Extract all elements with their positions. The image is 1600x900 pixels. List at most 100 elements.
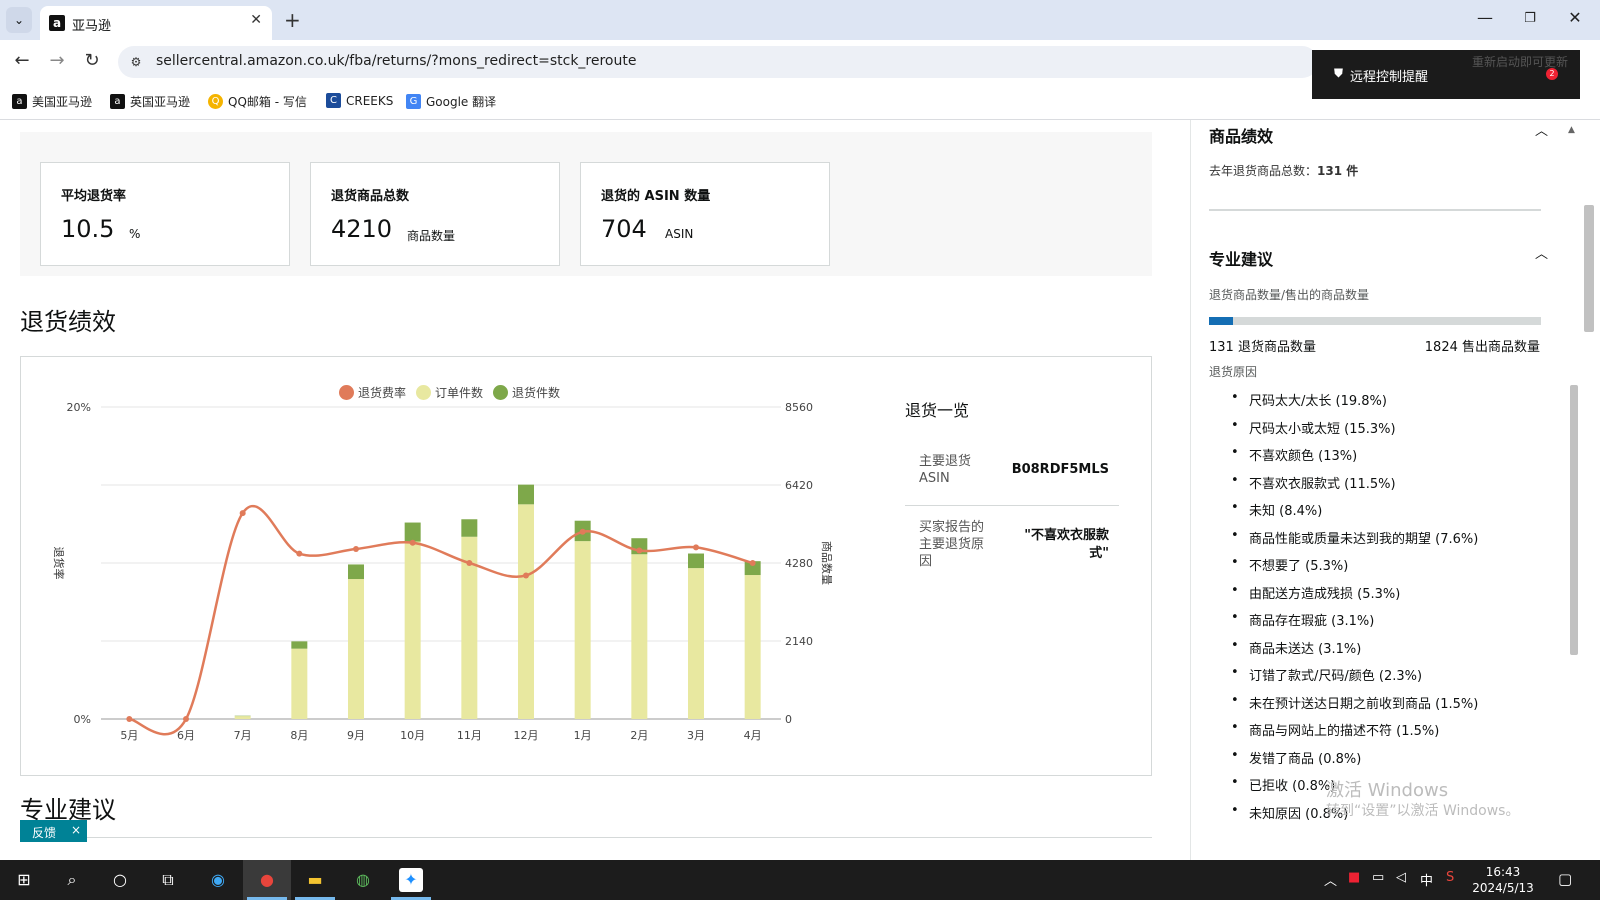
return-reason-item: 不喜欢衣服款式 (11.5%) xyxy=(1231,473,1478,501)
metric-card-returned-units: 退货商品总数 4210 商品数量 xyxy=(310,162,560,266)
forward-icon[interactable]: → xyxy=(45,50,69,71)
windows-taskbar: ⊞ ⌕ ○ ⧉ ◉ ● ▬ ◍ ✦ ︿ ■ ▭ ◁ 中 S 16:43 2024… xyxy=(0,860,1600,900)
progress-fill xyxy=(1209,317,1233,325)
last-year-returns-text: 去年退货商品总数：131 件 xyxy=(1209,162,1358,179)
bookmark-item[interactable]: Q QQ邮箱 - 写信 xyxy=(208,93,307,110)
returns-chart-panel: 退货费率 订单件数 退货件数 8560 6420 4280 2140 0 20% 0% 退货率… xyxy=(20,356,1152,776)
page-scrollbar-thumb[interactable] xyxy=(1584,205,1594,332)
order-bar xyxy=(631,554,648,719)
sold-count-label: 1824 售出商品数量 xyxy=(1424,340,1540,355)
return-reason-item: 订错了款式/尺码/颜色 (2.3%) xyxy=(1231,665,1478,693)
bookmark-item[interactable]: C CREEKS xyxy=(326,93,393,108)
return-reason-item: 未知 (8.4%) xyxy=(1231,500,1478,528)
product-performance-title: 商品绩效 xyxy=(1209,127,1274,146)
scroll-up-icon[interactable]: ▲ xyxy=(1568,125,1575,135)
x-axis-tick-label: 11月 xyxy=(457,729,482,742)
return-rate-point xyxy=(126,716,133,722)
returned-count-label: 131 退货商品数量 xyxy=(1209,340,1316,355)
left-axis-tick-label: 20% xyxy=(67,401,91,414)
reload-icon[interactable]: ↻ xyxy=(80,50,104,71)
sogou-icon[interactable]: S xyxy=(1446,870,1454,885)
tray-chevron-icon[interactable]: ︿ xyxy=(1324,870,1337,889)
chrome-icon[interactable]: ● xyxy=(255,868,279,892)
address-bar[interactable]: ⚙ sellercentral.amazon.co.uk/fba/returns… xyxy=(118,46,1318,78)
x-axis-tick-label: 10月 xyxy=(400,729,425,742)
remote-control-label: 远程控制提醒 xyxy=(1350,70,1429,85)
metric-unit: % xyxy=(129,227,141,241)
panel-scrollbar-thumb[interactable] xyxy=(1570,385,1578,655)
bookmark-item[interactable]: a 英国亚马逊 xyxy=(110,93,190,110)
metric-value: 704 xyxy=(601,215,647,243)
bookmark-label: 英国亚马逊 xyxy=(130,95,191,109)
right-axis-tick-label: 4280 xyxy=(785,557,813,570)
right-axis-tick-label: 0 xyxy=(785,713,792,726)
metric-label: 退货的 ASIN 数量 xyxy=(601,189,711,204)
order-bar xyxy=(688,568,704,719)
task-view-icon[interactable]: ⧉ xyxy=(156,868,180,892)
collapse-caret-icon[interactable]: ︿ xyxy=(1535,243,1548,262)
clock-time: 16:43 xyxy=(1485,865,1521,879)
shield-icon: ⛊ xyxy=(1334,66,1344,80)
url-text[interactable]: sellercentral.amazon.co.uk/fba/returns/?… xyxy=(156,53,636,69)
return-rate-point xyxy=(409,539,416,546)
app-blue-icon[interactable]: ✦ xyxy=(399,868,423,892)
collapse-caret-icon[interactable]: ︿ xyxy=(1535,120,1548,139)
clock-date: 2024/5/13 xyxy=(1472,881,1534,895)
app-green-icon[interactable]: ◍ xyxy=(351,868,375,892)
return-reason-item: 商品性能或质量未达到我的期望 (7.6%) xyxy=(1231,528,1478,556)
tab-close-icon[interactable]: ✕ xyxy=(250,12,262,28)
return-reason-item: 由配送方造成残损 (5.3%) xyxy=(1231,583,1478,611)
return-reason-item: 发错了商品 (0.8%) xyxy=(1231,748,1478,776)
metrics-panel: 平均退货率 10.5 % 退货商品总数 4210 商品数量 退货的 ASIN 数… xyxy=(20,132,1152,276)
tab-search-chevron-icon[interactable]: ⌄ xyxy=(6,7,32,33)
search-icon[interactable]: ⌕ xyxy=(60,868,84,892)
summary-value-top-reason: "不喜欢衣服款式" xyxy=(1024,528,1109,561)
volume-icon[interactable]: ◁ xyxy=(1396,870,1406,885)
x-axis-tick-label: 4月 xyxy=(744,729,762,742)
ime-indicator[interactable]: 中 xyxy=(1420,870,1433,889)
order-bar xyxy=(744,575,761,719)
order-bar xyxy=(574,541,591,719)
ratio-label: 退货商品数量/售出的商品数量 xyxy=(1209,288,1370,302)
left-axis-label: 退货率 xyxy=(52,547,66,580)
return-rate-point xyxy=(636,547,643,554)
network-icon[interactable]: ▭ xyxy=(1372,870,1384,885)
edge-icon[interactable]: ◉ xyxy=(206,868,230,892)
new-tab-icon[interactable]: + xyxy=(284,8,301,32)
minimize-icon[interactable]: — xyxy=(1470,8,1500,27)
bookmark-item[interactable]: a 美国亚马逊 xyxy=(12,93,92,110)
start-icon[interactable]: ⊞ xyxy=(12,868,36,892)
return-reason-item: 不想要了 (5.3%) xyxy=(1231,555,1478,583)
amazon-favicon-icon: a xyxy=(49,15,65,31)
browser-tab-bar: ⌄ a 亚马逊 ✕ + — ❐ ✕ xyxy=(0,0,1600,40)
metric-unit: ASIN xyxy=(665,227,694,241)
return-reason-item: 商品与网站上的描述不符 (1.5%) xyxy=(1231,720,1478,748)
site-settings-icon[interactable]: ⚙ xyxy=(126,52,146,72)
cortana-icon[interactable]: ○ xyxy=(108,868,132,892)
system-clock[interactable]: 16:43 2024/5/13 xyxy=(1468,864,1538,896)
feedback-close-icon[interactable]: × xyxy=(71,823,81,837)
tray-app-icon[interactable]: ■ xyxy=(1348,870,1360,885)
windows-watermark-sub: 转到“设置”以激活 Windows。 xyxy=(1326,803,1520,819)
right-axis-tick-label: 8560 xyxy=(785,401,813,414)
return-bar xyxy=(461,519,478,537)
last-year-returns-value: 131 件 xyxy=(1317,164,1359,178)
bookmark-label: 美国亚马逊 xyxy=(32,95,93,109)
pro-advice-panel-title: 专业建议 xyxy=(1209,250,1274,269)
bookmark-label: QQ邮箱 - 写信 xyxy=(228,95,307,109)
restore-icon[interactable]: ❐ xyxy=(1515,11,1545,26)
notification-center-icon[interactable]: ▢ xyxy=(1558,870,1572,888)
return-rate-point xyxy=(183,716,189,722)
back-icon[interactable]: ← xyxy=(10,50,34,71)
x-axis-tick-label: 9月 xyxy=(347,729,365,742)
x-axis-tick-label: 2月 xyxy=(630,729,648,742)
bookmark-item[interactable]: G Google 翻译 xyxy=(406,93,496,110)
close-window-icon[interactable]: ✕ xyxy=(1560,8,1590,27)
return-rate-point xyxy=(296,550,303,557)
feedback-button[interactable]: 反馈 × xyxy=(20,820,87,842)
remote-control-popup[interactable]: 重新启动即可更新 ⛊ 远程控制提醒 2 xyxy=(1312,50,1580,99)
order-bar xyxy=(518,504,534,719)
file-explorer-icon[interactable]: ▬ xyxy=(303,868,327,892)
x-axis-tick-label: 7月 xyxy=(234,729,252,742)
browser-tab[interactable]: a 亚马逊 ✕ xyxy=(40,6,272,40)
